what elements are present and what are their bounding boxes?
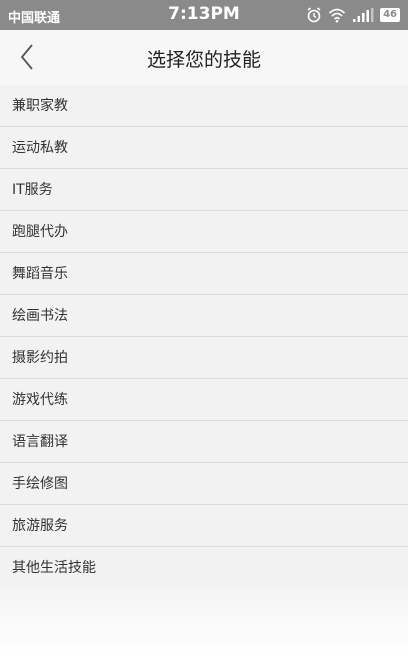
list-item[interactable]: IT服务 <box>0 169 408 211</box>
skill-label: 绘画书法 <box>12 308 68 324</box>
list-item[interactable]: 其他生活技能 <box>0 547 408 589</box>
list-item[interactable]: 摄影约拍 <box>0 337 408 379</box>
list-item[interactable]: 绘画书法 <box>0 295 408 337</box>
skill-label: 语言翻译 <box>12 434 68 450</box>
skill-label: 跑腿代办 <box>12 224 68 240</box>
skill-label: 其他生活技能 <box>12 560 96 576</box>
skill-label: 兼职家教 <box>12 98 68 114</box>
empty-area <box>0 588 408 656</box>
list-item[interactable]: 游戏代练 <box>0 379 408 421</box>
skill-label: 运动私教 <box>12 140 68 156</box>
skill-label: 手绘修图 <box>12 476 68 492</box>
skill-label: IT服务 <box>12 182 53 198</box>
status-bar: 中国联通 7:13PM 46 <box>0 0 408 30</box>
list-item[interactable]: 语言翻译 <box>0 421 408 463</box>
wifi-icon <box>329 8 346 23</box>
nav-bar: 选择您的技能 <box>0 30 408 86</box>
alarm-icon <box>307 7 321 23</box>
list-item[interactable]: 舞蹈音乐 <box>0 253 408 295</box>
chevron-left-icon <box>20 44 33 70</box>
skill-list: 兼职家教运动私教 IT服务跑腿代办舞蹈音乐绘画书法摄影约拍游戏代练语言翻译手绘修图… <box>0 85 408 589</box>
list-item[interactable]: 旅游服务 <box>0 505 408 547</box>
skill-label: 摄影约拍 <box>12 350 68 366</box>
skill-label: 舞蹈音乐 <box>12 266 68 282</box>
list-item[interactable]: 运动私教 <box>0 127 408 169</box>
screen: 中国联通 7:13PM 46 选择您的技能 兼职家教 运动私教 IT服务 跑腿代… <box>0 0 408 656</box>
skill-label: 旅游服务 <box>12 518 68 534</box>
page-title: 选择您的技能 <box>146 49 261 71</box>
skill-label: 游戏代练 <box>12 392 68 408</box>
list-item[interactable]: 兼职家教 <box>0 85 408 127</box>
list-item[interactable]: 跑腿代办 <box>0 211 408 253</box>
back-button[interactable] <box>14 40 42 74</box>
signal-icon <box>353 8 374 22</box>
status-icons: 46 <box>306 6 400 24</box>
list-item[interactable]: 手绘修图 <box>0 463 408 505</box>
battery-icon: 46 <box>380 8 400 22</box>
